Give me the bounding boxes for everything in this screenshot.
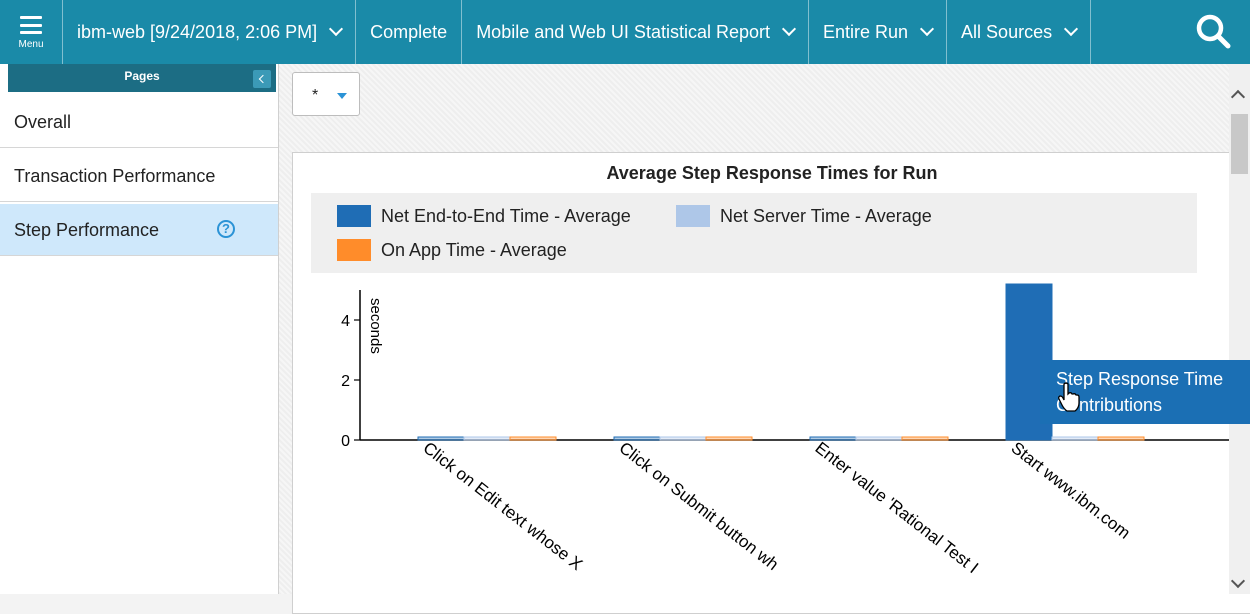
hamburger-icon [20,16,42,34]
filter-dropdown[interactable]: * [292,72,360,116]
run-selector-dropdown[interactable]: ibm-web [9/24/2018, 2:06 PM] [63,0,357,64]
bar [1097,436,1145,441]
menu-button[interactable]: Menu [0,0,63,64]
scrollbar-thumb[interactable] [1231,114,1248,174]
time-range-label: Entire Run [823,21,909,42]
status-item[interactable]: Complete [356,0,463,64]
context-menu-item-line2: Contributions [1056,395,1163,415]
bar [417,436,465,441]
search-icon [1196,14,1231,49]
bar [659,436,707,441]
legend-item[interactable]: Net End-to-End Time - Average [337,205,631,227]
y-tick-label: 4 [341,313,350,330]
legend-swatch [676,205,710,227]
pages-sidebar: Pages Overall Transaction Performance St… [0,64,279,594]
time-range-dropdown[interactable]: Entire Run [809,0,948,64]
bar [855,436,903,441]
chevron-down-icon [1064,21,1079,37]
vertical-scrollbar[interactable] [1229,64,1250,594]
legend-item[interactable]: On App Time - Average [337,239,567,261]
x-tick-label: Click on Edit text whose X [420,438,587,574]
bar-chart: 0 2 4 seconds Click on Edit text whose X Clic… [341,283,1250,577]
bar [1051,436,1099,441]
sidebar-item-step-performance[interactable]: Step Performance ? [0,204,278,256]
scroll-down-icon[interactable] [1230,573,1246,589]
chevron-down-icon [781,21,797,37]
legend-swatch [337,205,371,227]
y-tick-label: 0 [341,433,350,450]
bar [613,436,661,441]
legend-swatch [337,239,371,261]
legend-label: Net Server Time - Average [720,205,932,226]
bar [809,436,857,441]
sources-dropdown[interactable]: All Sources [947,0,1092,64]
sidebar-header: Pages [8,64,276,92]
bar [463,436,511,441]
sidebar-item-transaction-performance[interactable]: Transaction Performance [0,150,278,202]
context-menu-item-line1: Step Response Time [1056,369,1224,389]
y-axis-label: seconds [367,298,384,354]
caret-down-icon [337,93,347,99]
sidebar-item-overall[interactable]: Overall [0,96,278,148]
menu-label: Menu [18,39,44,50]
legend-label: Net End-to-End Time - Average [381,205,631,226]
x-tick-label: Start www.ibm.com [1008,438,1134,543]
bar [901,436,949,441]
report-selector-dropdown[interactable]: Mobile and Web UI Statistical Report [462,0,809,64]
sidebar-item-label: Overall [14,112,72,132]
chart-legend: Net End-to-End Time - Average Net Server… [311,193,1197,273]
collapse-sidebar-button[interactable] [253,70,271,88]
bar [705,436,753,441]
top-toolbar: Menu ibm-web [9/24/2018, 2:06 PM] Comple… [0,0,1250,64]
chevron-down-icon [329,21,344,37]
bar [509,436,557,441]
status-label: Complete [370,21,448,42]
sidebar-item-label: Step Performance [14,220,160,240]
sidebar-title: Pages [124,69,160,83]
sources-label: All Sources [961,21,1053,42]
report-content: * Average Step Response Times for Run Ne… [279,64,1250,614]
legend-item[interactable]: Net Server Time - Average [676,205,932,227]
filter-value: * [312,87,319,104]
chart-title: Average Step Response Times for Run [606,163,938,183]
scroll-up-icon[interactable] [1230,89,1246,105]
chevron-down-icon [919,21,935,37]
hand-cursor-icon [1058,382,1080,412]
x-tick-label: Click on Submit button wh [616,438,783,574]
sidebar-item-label: Transaction Performance [14,166,216,186]
help-icon[interactable]: ? [217,220,235,238]
legend-label: On App Time - Average [381,239,567,260]
y-tick-label: 2 [341,373,350,390]
x-tick-label: Enter value 'Rational Test I [812,438,982,577]
run-selector-label: ibm-web [9/24/2018, 2:06 PM] [77,21,318,42]
report-selector-label: Mobile and Web UI Statistical Report [476,21,770,42]
search-button[interactable] [1192,10,1236,54]
